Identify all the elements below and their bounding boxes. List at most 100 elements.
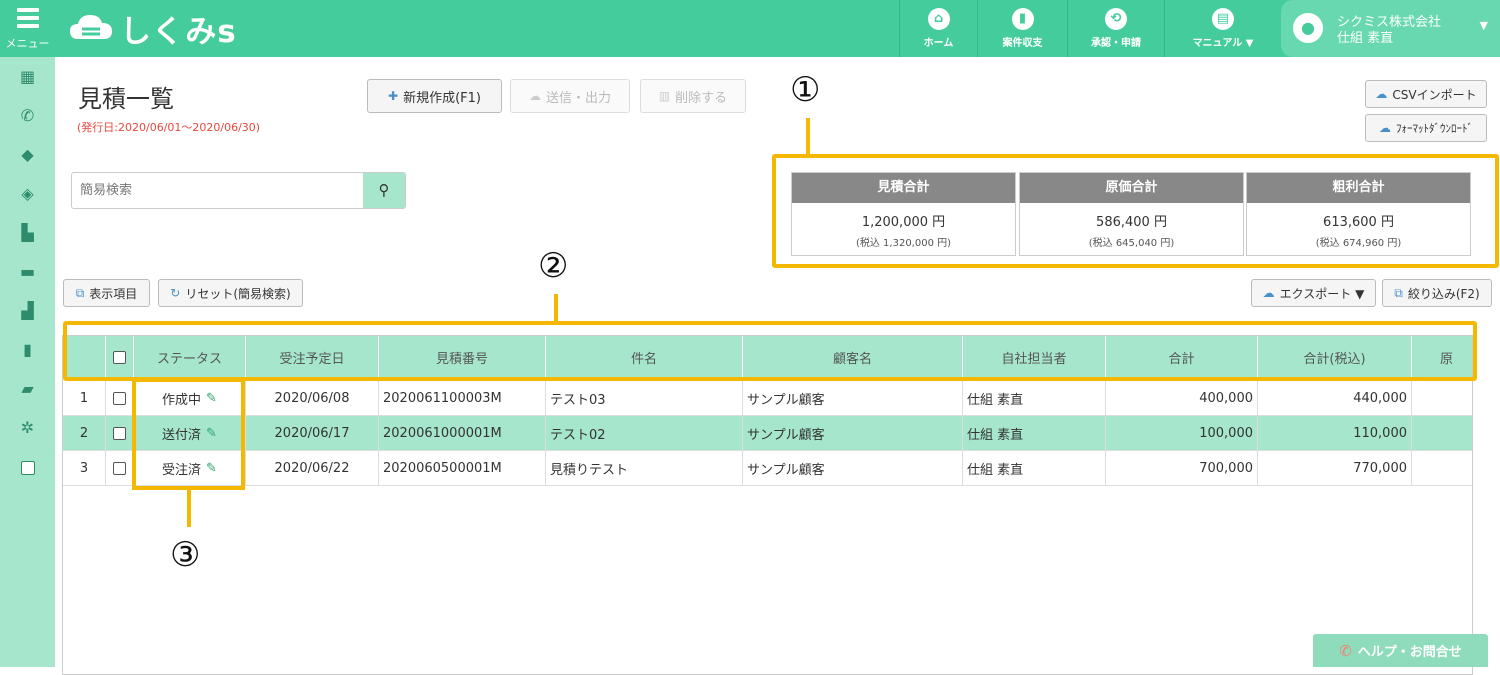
- repeat-icon: ⟲: [1105, 8, 1127, 30]
- estimate-number-cell[interactable]: 2020060500001M: [379, 451, 546, 485]
- total-cell: 700,000: [1106, 451, 1258, 485]
- gear-icon[interactable]: ✲: [0, 408, 55, 447]
- nav-manual-label: マニュアル ▼: [1192, 38, 1254, 49]
- summary-value: 613,600 円: [1323, 215, 1394, 230]
- format-download-label: ﾌｫｰﾏｯﾄﾀﾞｳﾝﾛｰﾄﾞ: [1396, 122, 1473, 135]
- order-date-cell: 2020/06/17: [246, 416, 379, 450]
- cost-cell: [1412, 416, 1472, 450]
- home-icon: ⌂: [927, 8, 950, 30]
- estimate-number-cell[interactable]: 2020061000001M: [379, 416, 546, 450]
- order-date-cell: 2020/06/08: [246, 381, 379, 415]
- customer-cell: サンプル顧客: [743, 381, 963, 415]
- callout-2: ②: [538, 246, 569, 286]
- summary-tax: (税込 674,960 円): [1315, 238, 1402, 249]
- format-download-button[interactable]: ☁ ﾌｫｰﾏｯﾄﾀﾞｳﾝﾛｰﾄﾞ: [1365, 114, 1487, 142]
- new-button[interactable]: ✚ 新規作成(F1): [367, 79, 502, 113]
- external-link-icon: ⧉: [1394, 285, 1403, 300]
- header-highlight: [63, 321, 1477, 381]
- row-checkbox-cell[interactable]: [106, 451, 134, 485]
- table-row[interactable]: 1 作成中 ✎ 2020/06/08 2020061100003M テスト03 サ…: [63, 381, 1472, 416]
- csv-import-button[interactable]: ☁ CSVインポート: [1365, 80, 1487, 108]
- user-name: 仕組 素直: [1337, 31, 1394, 46]
- checkbox-icon[interactable]: [0, 447, 55, 486]
- summary-profit-total: 粗利合計 613,600 円 (税込 674,960 円): [1246, 172, 1471, 256]
- search-input[interactable]: [72, 173, 364, 208]
- summary-cost-total: 原価合計 586,400 円 (税込 645,040 円): [1019, 172, 1244, 256]
- order-date-cell: 2020/06/22: [246, 451, 379, 485]
- cloud-upload-icon: ☁: [1375, 87, 1388, 101]
- card-icon[interactable]: ▬: [0, 252, 55, 291]
- total-tax-cell: 110,000: [1258, 416, 1412, 450]
- subject-cell: テスト02: [546, 416, 743, 450]
- table-row[interactable]: 2 送付済 ✎ 2020/06/17 2020061000001M テスト02 サ…: [63, 416, 1472, 451]
- search-button[interactable]: ⚲: [363, 173, 405, 208]
- new-button-label: 新規作成(F1): [403, 90, 481, 106]
- row-checkbox[interactable]: [113, 461, 126, 475]
- csv-import-label: CSVインポート: [1392, 87, 1477, 102]
- bar-chart-icon: ▮: [1011, 8, 1034, 30]
- nav-project-balance[interactable]: ▮ 案件収支: [977, 0, 1067, 57]
- row-checkbox[interactable]: [113, 391, 126, 405]
- reset-search-label: リセット(簡易検索): [185, 286, 291, 301]
- external-link-icon: ⧉: [75, 285, 85, 300]
- summary-title: 粗利合計: [1247, 173, 1470, 203]
- summary-highlight: 見積合計 1,200,000 円 (税込 1,320,000 円) 原価合計 5…: [772, 154, 1499, 268]
- calendar-icon[interactable]: ▦: [0, 57, 55, 96]
- summary-estimate-total: 見積合計 1,200,000 円 (税込 1,320,000 円): [791, 172, 1016, 256]
- phone-icon[interactable]: ✆: [0, 96, 55, 135]
- customer-cell: サンプル顧客: [743, 451, 963, 485]
- table-row[interactable]: 3 受注済 ✎ 2020/06/22 2020060500001M 見積りテスト …: [63, 451, 1472, 486]
- user-menu[interactable]: ● シクミス株式会社 仕組 素直 ▼: [1281, 0, 1500, 57]
- book-icon: ▤: [1212, 8, 1234, 30]
- tag-icon[interactable]: ◆: [0, 135, 55, 174]
- file-icon[interactable]: ▮: [0, 330, 55, 369]
- staff-cell: 仕組 素直: [963, 451, 1106, 485]
- help-contact-button[interactable]: ✆ ヘルプ・お問合せ: [1313, 634, 1488, 667]
- total-tax-cell: 770,000: [1258, 451, 1412, 485]
- export-button[interactable]: ☁ エクスポート ▼: [1251, 279, 1376, 307]
- row-checkbox[interactable]: [113, 426, 126, 440]
- export-label: エクスポート ▼: [1279, 286, 1365, 301]
- sidebar: ▦ ✆ ◆ ◈ ▙ ▬ ▟ ▮ ▰ ✲: [0, 57, 55, 667]
- summary-tax: (税込 645,040 円): [1088, 238, 1175, 249]
- delete-button[interactable]: ▥ 削除する: [640, 79, 746, 113]
- signal-icon[interactable]: ▟: [0, 291, 55, 330]
- plus-icon: ✚: [388, 89, 399, 103]
- staff-cell: 仕組 素直: [963, 381, 1106, 415]
- summary-tax: (税込 1,320,000 円): [855, 238, 952, 249]
- total-cell: 100,000: [1106, 416, 1258, 450]
- nav-manual[interactable]: ▤ マニュアル ▼: [1164, 0, 1281, 57]
- cloud-download-icon: ☁: [1379, 121, 1391, 135]
- nav-home[interactable]: ⌂ ホーム: [899, 0, 977, 57]
- nav-project-balance-label: 案件収支: [1002, 38, 1043, 49]
- summary-title: 原価合計: [1020, 173, 1243, 203]
- display-columns-button[interactable]: ⧉ 表示項目: [63, 279, 150, 307]
- nav-approval-label: 承認・申請: [1091, 38, 1141, 49]
- menu-button[interactable]: メニュー: [0, 0, 55, 57]
- folder-open-icon[interactable]: ▰: [0, 369, 55, 408]
- top-bar: メニュー しくみs ⌂ ホーム ▮ 案件収支 ⟲ 承認・申請 ▤ マニュアル ▼…: [0, 0, 1500, 57]
- estimate-number-cell[interactable]: 2020061100003M: [379, 381, 546, 415]
- logo[interactable]: しくみs: [68, 8, 237, 50]
- display-columns-label: 表示項目: [89, 286, 138, 301]
- filter-button[interactable]: ⧉ 絞り込み(F2): [1382, 279, 1492, 307]
- nav-home-label: ホーム: [923, 38, 954, 49]
- nav-approval[interactable]: ⟲ 承認・申請: [1067, 0, 1164, 57]
- row-number: 3: [63, 451, 106, 485]
- customer-cell: サンプル顧客: [743, 416, 963, 450]
- send-output-button[interactable]: ☁ 送信・出力: [510, 79, 630, 113]
- cost-cell: [1412, 451, 1472, 485]
- estimate-table: ステータス 受注予定日 見積番号 件名 顧客名 自社担当者 合計 合計(税込) …: [62, 335, 1473, 675]
- reset-search-button[interactable]: ↻ リセット(簡易検索): [158, 279, 303, 307]
- row-number: 2: [63, 416, 106, 450]
- search-icon: ⚲: [378, 181, 390, 199]
- tags-icon[interactable]: ◈: [0, 174, 55, 213]
- bar-chart-icon[interactable]: ▙: [0, 213, 55, 252]
- row-checkbox-cell[interactable]: [106, 416, 134, 450]
- summary-value: 586,400 円: [1096, 215, 1167, 230]
- callout-2-line: [554, 294, 558, 324]
- row-number: 1: [63, 381, 106, 415]
- quick-search: ⚲: [71, 172, 406, 209]
- help-contact-label: ヘルプ・お問合せ: [1357, 645, 1462, 660]
- row-checkbox-cell[interactable]: [106, 381, 134, 415]
